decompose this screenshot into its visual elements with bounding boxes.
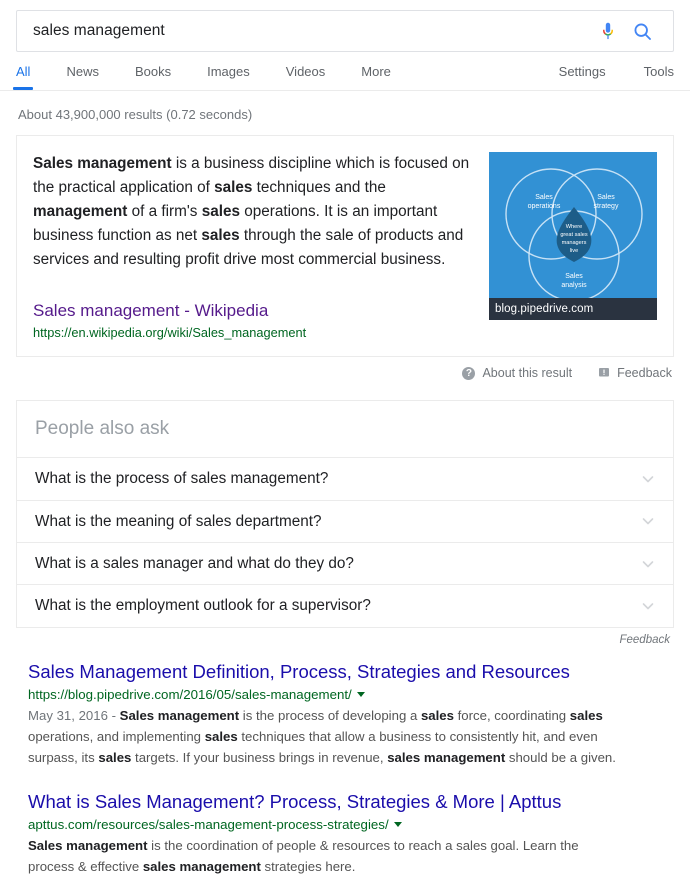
paa-question-1[interactable]: What is the process of sales management?	[17, 457, 673, 499]
question-mark-icon: ?	[462, 366, 476, 380]
result-item-2: What is Sales Management? Process, Strat…	[16, 790, 674, 878]
result-stats: About 43,900,000 results (0.72 seconds)	[18, 107, 253, 122]
feedback-link[interactable]: Feedback	[598, 366, 672, 380]
about-this-result-link[interactable]: ? About this result	[462, 366, 572, 380]
search-box[interactable]	[16, 10, 674, 52]
result-item-1: Sales Management Definition, Process, St…	[16, 660, 674, 769]
svg-text:strategy: strategy	[594, 203, 619, 210]
microphone-icon[interactable]	[591, 14, 625, 48]
result-url-line: apttus.com/resources/sales-management-pr…	[28, 815, 674, 834]
paa-question-text: What is a sales manager and what do they…	[35, 554, 354, 572]
venn-diagram-thumbnail[interactable]: Sales operations Sales strategy Sales an…	[489, 151, 657, 320]
paa-question-text: What is the meaning of sales department?	[35, 512, 322, 530]
svg-text:Sales: Sales	[535, 194, 553, 201]
tab-all[interactable]: All	[12, 65, 35, 90]
organic-results-list: Sales Management Definition, Process, St…	[16, 646, 674, 878]
result-date: May 31, 2016	[28, 708, 108, 724]
svg-text:analysis: analysis	[561, 282, 587, 289]
knowledge-panel-footer: ? About this result Feedback	[16, 357, 674, 380]
search-input[interactable]	[33, 22, 591, 40]
chevron-down-icon[interactable]	[641, 472, 655, 486]
tab-books[interactable]: Books	[135, 65, 171, 90]
result-dropdown-caret-icon[interactable]	[356, 691, 365, 697]
knowledge-panel-card: Sales management is a business disciplin…	[16, 134, 674, 358]
thumbnail-source-caption: blog.pipedrive.com	[489, 297, 657, 320]
nav-tabs-left: All News Books Images Videos More	[12, 65, 427, 90]
result-dropdown-caret-icon[interactable]	[393, 821, 402, 827]
knowledge-panel-link-title[interactable]: Sales management - Wikipedia	[33, 300, 268, 322]
people-also-ask-title: People also ask	[35, 418, 170, 440]
result-url[interactable]: apttus.com/resources/sales-management-pr…	[28, 815, 389, 834]
search-results-main: About 43,900,000 results (0.72 seconds) …	[0, 91, 690, 878]
feedback-label: Feedback	[617, 366, 672, 381]
searchbar-container	[0, 0, 690, 52]
result-snippet-text: Sales management is the coordination of …	[28, 838, 579, 874]
search-header: All News Books Images Videos More Settin…	[0, 0, 690, 91]
microphone-glyph	[603, 22, 613, 40]
paa-question-3[interactable]: What is a sales manager and what do they…	[17, 541, 673, 584]
paa-question-text: What is the process of sales management?	[35, 470, 329, 488]
result-url[interactable]: https://blog.pipedrive.com/2016/05/sales…	[28, 685, 352, 704]
nav-tabs: All News Books Images Videos More Settin…	[0, 52, 690, 90]
about-this-result-label: About this result	[482, 366, 573, 381]
paa-question-text: What is the employment outlook for a sup…	[35, 597, 371, 615]
paa-question-4[interactable]: What is the employment outlook for a sup…	[17, 584, 673, 626]
svg-text:Sales: Sales	[565, 273, 583, 280]
knowledge-panel-link-url[interactable]: https://en.wikipedia.org/wiki/Sales_mana…	[33, 324, 475, 342]
venn-diagram-graphic: Sales operations Sales strategy Sales an…	[489, 151, 657, 320]
result-snippet: May 31, 2016 - Sales management is the p…	[28, 706, 628, 769]
tab-more[interactable]: More	[361, 65, 391, 90]
nav-tabs-right: Settings Tools	[521, 65, 674, 90]
feedback-flag-icon	[599, 368, 610, 377]
settings-button[interactable]: Settings	[559, 65, 606, 90]
tab-images[interactable]: Images	[207, 65, 250, 90]
search-submit-button[interactable]	[625, 14, 659, 48]
tab-videos[interactable]: Videos	[286, 65, 326, 90]
chevron-down-icon[interactable]	[641, 599, 655, 613]
people-also-ask-card: People also ask What is the process of s…	[16, 400, 674, 628]
search-glyph	[633, 22, 651, 40]
svg-text:great sales: great sales	[560, 232, 588, 238]
chevron-down-icon[interactable]	[641, 514, 655, 528]
svg-text:Sales: Sales	[597, 194, 615, 201]
svg-text:operations: operations	[528, 203, 561, 210]
knowledge-panel-description: Sales management is a business disciplin…	[33, 154, 470, 269]
svg-text:live: live	[570, 248, 578, 254]
svg-text:Where: Where	[566, 224, 582, 230]
result-snippet: Sales management is the coordination of …	[28, 836, 628, 878]
result-url-line: https://blog.pipedrive.com/2016/05/sales…	[28, 685, 674, 704]
tools-button[interactable]: Tools	[644, 65, 674, 90]
tab-news[interactable]: News	[66, 65, 99, 90]
paa-question-2[interactable]: What is the meaning of sales department?	[17, 499, 673, 542]
result-date-separator: -	[107, 708, 120, 724]
result-title-link[interactable]: Sales Management Definition, Process, St…	[28, 660, 570, 684]
knowledge-panel-text: Sales management is a business disciplin…	[33, 152, 489, 343]
knowledge-panel-image-column: Sales operations Sales strategy Sales an…	[489, 151, 657, 343]
paa-feedback-link[interactable]: Feedback	[16, 628, 674, 646]
chevron-down-icon[interactable]	[641, 557, 655, 571]
result-title-link[interactable]: What is Sales Management? Process, Strat…	[28, 790, 561, 814]
svg-text:managers: managers	[562, 240, 587, 246]
